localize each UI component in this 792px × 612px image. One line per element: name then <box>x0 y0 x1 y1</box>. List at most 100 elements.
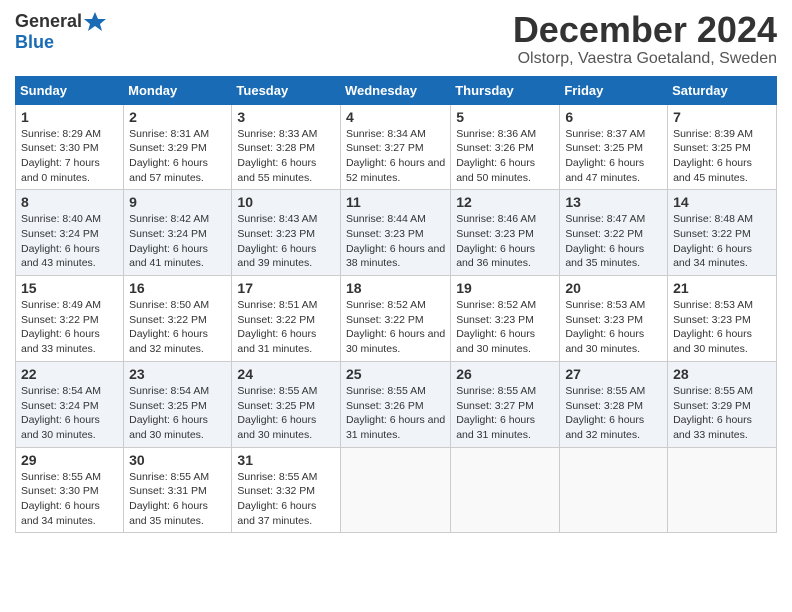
table-row: 19Sunrise: 8:52 AMSunset: 3:23 PMDayligh… <box>451 276 560 362</box>
cell-content: Sunrise: 8:51 AMSunset: 3:22 PMDaylight:… <box>237 298 335 357</box>
sunset-label: Sunset: 3:26 PM <box>346 400 424 412</box>
table-row: 10Sunrise: 8:43 AMSunset: 3:23 PMDayligh… <box>232 190 341 276</box>
daylight-label: Daylight: 6 hours and 32 minutes. <box>129 328 208 355</box>
calendar-table: Sunday Monday Tuesday Wednesday Thursday… <box>15 76 777 534</box>
daylight-label: Daylight: 6 hours and 30 minutes. <box>21 414 100 441</box>
sunrise-label: Sunrise: 8:44 AM <box>346 213 426 225</box>
sunrise-label: Sunrise: 8:40 AM <box>21 213 101 225</box>
col-tuesday: Tuesday <box>232 76 341 104</box>
sunset-label: Sunset: 3:24 PM <box>21 400 99 412</box>
table-row <box>340 447 450 533</box>
calendar-week-row: 22Sunrise: 8:54 AMSunset: 3:24 PMDayligh… <box>16 361 777 447</box>
table-row: 1Sunrise: 8:29 AMSunset: 3:30 PMDaylight… <box>16 104 124 190</box>
daylight-label: Daylight: 6 hours and 57 minutes. <box>129 157 208 184</box>
table-row: 8Sunrise: 8:40 AMSunset: 3:24 PMDaylight… <box>16 190 124 276</box>
sunset-label: Sunset: 3:23 PM <box>237 228 315 240</box>
subtitle: Olstorp, Vaestra Goetaland, Sweden <box>513 50 777 68</box>
sunrise-label: Sunrise: 8:33 AM <box>237 128 317 140</box>
sunset-label: Sunset: 3:25 PM <box>673 142 751 154</box>
daylight-label: Daylight: 6 hours and 36 minutes. <box>456 243 535 270</box>
sunset-label: Sunset: 3:30 PM <box>21 142 99 154</box>
day-number: 26 <box>456 366 554 382</box>
sunrise-label: Sunrise: 8:36 AM <box>456 128 536 140</box>
daylight-label: Daylight: 6 hours and 30 minutes. <box>565 328 644 355</box>
day-number: 27 <box>565 366 662 382</box>
day-number: 31 <box>237 452 335 468</box>
sunset-label: Sunset: 3:29 PM <box>129 142 207 154</box>
sunrise-label: Sunrise: 8:29 AM <box>21 128 101 140</box>
sunrise-label: Sunrise: 8:55 AM <box>456 385 536 397</box>
cell-content: Sunrise: 8:55 AMSunset: 3:30 PMDaylight:… <box>21 470 118 529</box>
sunrise-label: Sunrise: 8:46 AM <box>456 213 536 225</box>
daylight-label: Daylight: 6 hours and 45 minutes. <box>673 157 752 184</box>
day-number: 15 <box>21 280 118 296</box>
sunrise-label: Sunrise: 8:31 AM <box>129 128 209 140</box>
table-row: 4Sunrise: 8:34 AMSunset: 3:27 PMDaylight… <box>340 104 450 190</box>
day-number: 10 <box>237 194 335 210</box>
day-number: 8 <box>21 194 118 210</box>
col-monday: Monday <box>124 76 232 104</box>
sunset-label: Sunset: 3:25 PM <box>237 400 315 412</box>
day-number: 5 <box>456 109 554 125</box>
daylight-label: Daylight: 6 hours and 41 minutes. <box>129 243 208 270</box>
daylight-label: Daylight: 6 hours and 47 minutes. <box>565 157 644 184</box>
cell-content: Sunrise: 8:55 AMSunset: 3:31 PMDaylight:… <box>129 470 226 529</box>
table-row: 22Sunrise: 8:54 AMSunset: 3:24 PMDayligh… <box>16 361 124 447</box>
sunset-label: Sunset: 3:22 PM <box>673 228 751 240</box>
cell-content: Sunrise: 8:54 AMSunset: 3:25 PMDaylight:… <box>129 384 226 443</box>
day-number: 9 <box>129 194 226 210</box>
sunset-label: Sunset: 3:28 PM <box>565 400 643 412</box>
sunset-label: Sunset: 3:25 PM <box>129 400 207 412</box>
table-row: 30Sunrise: 8:55 AMSunset: 3:31 PMDayligh… <box>124 447 232 533</box>
sunset-label: Sunset: 3:26 PM <box>456 142 534 154</box>
cell-content: Sunrise: 8:44 AMSunset: 3:23 PMDaylight:… <box>346 212 445 271</box>
sunset-label: Sunset: 3:23 PM <box>565 314 643 326</box>
sunrise-label: Sunrise: 8:55 AM <box>21 471 101 483</box>
main-title: December 2024 <box>513 10 777 50</box>
logo: General Blue <box>15 10 106 53</box>
sunrise-label: Sunrise: 8:54 AM <box>129 385 209 397</box>
table-row: 27 Sunrise: 8:55 AM Sunset: 3:28 PM Dayligh… <box>560 361 668 447</box>
daylight-label: Daylight: 7 hours and 0 minutes. <box>21 157 100 184</box>
sunset-label: Sunset: 3:23 PM <box>673 314 751 326</box>
cell-content: Sunrise: 8:55 AM Sunset: 3:28 PM Daylight:… <box>565 384 662 443</box>
daylight-label: Daylight: 6 hours and 32 minutes. <box>565 414 644 441</box>
table-row: 5Sunrise: 8:36 AMSunset: 3:26 PMDaylight… <box>451 104 560 190</box>
sunrise-label: Sunrise: 8:55 AM <box>237 385 317 397</box>
cell-content: Sunrise: 8:39 AMSunset: 3:25 PMDaylight:… <box>673 127 771 186</box>
calendar-header-row: Sunday Monday Tuesday Wednesday Thursday… <box>16 76 777 104</box>
day-number: 11 <box>346 194 445 210</box>
sunrise-label: Sunrise: 8:49 AM <box>21 299 101 311</box>
table-row: 21Sunrise: 8:53 AMSunset: 3:23 PMDayligh… <box>668 276 777 362</box>
table-row: 15Sunrise: 8:49 AMSunset: 3:22 PMDayligh… <box>16 276 124 362</box>
title-area: December 2024 Olstorp, Vaestra Goetaland… <box>513 10 777 68</box>
sunset-label: Sunset: 3:27 PM <box>456 400 534 412</box>
table-row: 17Sunrise: 8:51 AMSunset: 3:22 PMDayligh… <box>232 276 341 362</box>
day-number: 21 <box>673 280 771 296</box>
daylight-label: Daylight: 6 hours and 31 minutes. <box>346 414 445 441</box>
col-sunday: Sunday <box>16 76 124 104</box>
sunrise-label: Sunrise: 8:52 AM <box>346 299 426 311</box>
table-row: 13Sunrise: 8:47 AMSunset: 3:22 PMDayligh… <box>560 190 668 276</box>
sunset-label: Sunset: 3:32 PM <box>237 485 315 497</box>
sunset-label: Sunset: 3:25 PM <box>565 142 643 154</box>
daylight-label: Daylight: 6 hours and 33 minutes. <box>673 414 752 441</box>
daylight-label: Daylight: 6 hours and 38 minutes. <box>346 243 445 270</box>
daylight-label: Daylight: 6 hours and 33 minutes. <box>21 328 100 355</box>
sunrise-label: Sunrise: 8:51 AM <box>237 299 317 311</box>
day-number: 19 <box>456 280 554 296</box>
cell-content: Sunrise: 8:55 AMSunset: 3:25 PMDaylight:… <box>237 384 335 443</box>
sunset-label: Sunset: 3:23 PM <box>456 228 534 240</box>
cell-content: Sunrise: 8:55 AMSunset: 3:32 PMDaylight:… <box>237 470 335 529</box>
table-row: 18Sunrise: 8:52 AMSunset: 3:22 PMDayligh… <box>340 276 450 362</box>
day-number: 7 <box>673 109 771 125</box>
day-number: 20 <box>565 280 662 296</box>
sunrise-label: Sunrise: 8:55 AM <box>565 385 645 397</box>
daylight-label: Daylight: 6 hours and 34 minutes. <box>673 243 752 270</box>
sunrise-label: Sunrise: 8:55 AM <box>346 385 426 397</box>
sunrise-label: Sunrise: 8:55 AM <box>129 471 209 483</box>
logo-blue: Blue <box>15 32 54 53</box>
header: General Blue December 2024 Olstorp, Vaes… <box>15 10 777 68</box>
cell-content: Sunrise: 8:34 AMSunset: 3:27 PMDaylight:… <box>346 127 445 186</box>
table-row <box>560 447 668 533</box>
